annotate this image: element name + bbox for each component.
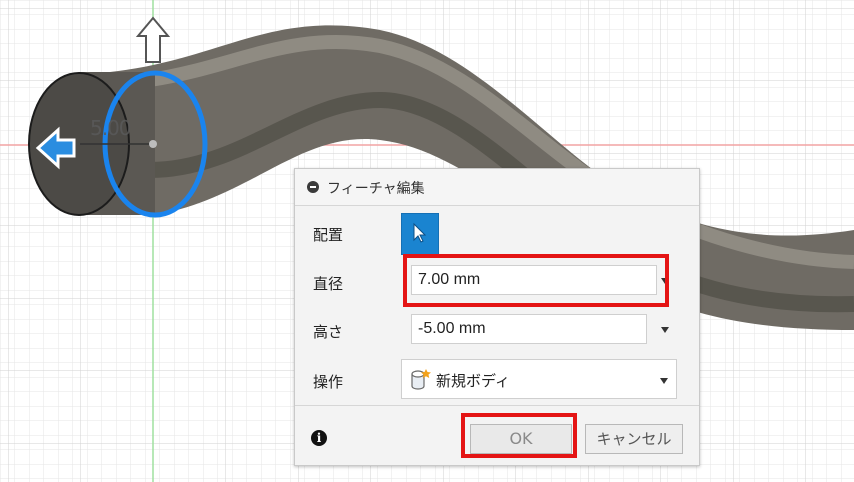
cursor-arrow-icon [413, 222, 427, 243]
operation-select[interactable]: 新規ボディ [401, 359, 677, 399]
operation-dropdown-icon[interactable] [660, 378, 668, 384]
ok-button[interactable]: OK [470, 424, 572, 454]
diameter-label: 直径 [313, 275, 344, 293]
height-dropdown-icon[interactable] [661, 327, 669, 333]
operation-value: 新規ボディ [436, 372, 510, 390]
new-body-icon [411, 369, 431, 390]
placement-select-button[interactable] [401, 213, 439, 255]
edit-feature-dialog: フィーチャ編集 配置 直径 高さ 操作 新規ボディ i OK キャンセル [294, 168, 700, 466]
operation-label: 操作 [313, 373, 344, 391]
diameter-field[interactable] [411, 265, 657, 295]
dialog-footer: i OK キャンセル [295, 405, 699, 466]
height-field[interactable] [411, 314, 647, 344]
height-input[interactable] [412, 315, 646, 343]
placement-label: 配置 [313, 226, 344, 244]
dimension-value[interactable]: 5.00 [90, 116, 132, 140]
cancel-button[interactable]: キャンセル [585, 424, 683, 454]
info-icon[interactable]: i [311, 430, 327, 446]
dialog-header: フィーチャ編集 [295, 169, 699, 206]
dialog-title: フィーチャ編集 [327, 181, 425, 197]
height-label: 高さ [313, 323, 344, 341]
diameter-input[interactable] [412, 266, 656, 294]
diameter-dropdown-icon[interactable] [661, 278, 669, 284]
collapse-icon[interactable] [307, 181, 319, 193]
